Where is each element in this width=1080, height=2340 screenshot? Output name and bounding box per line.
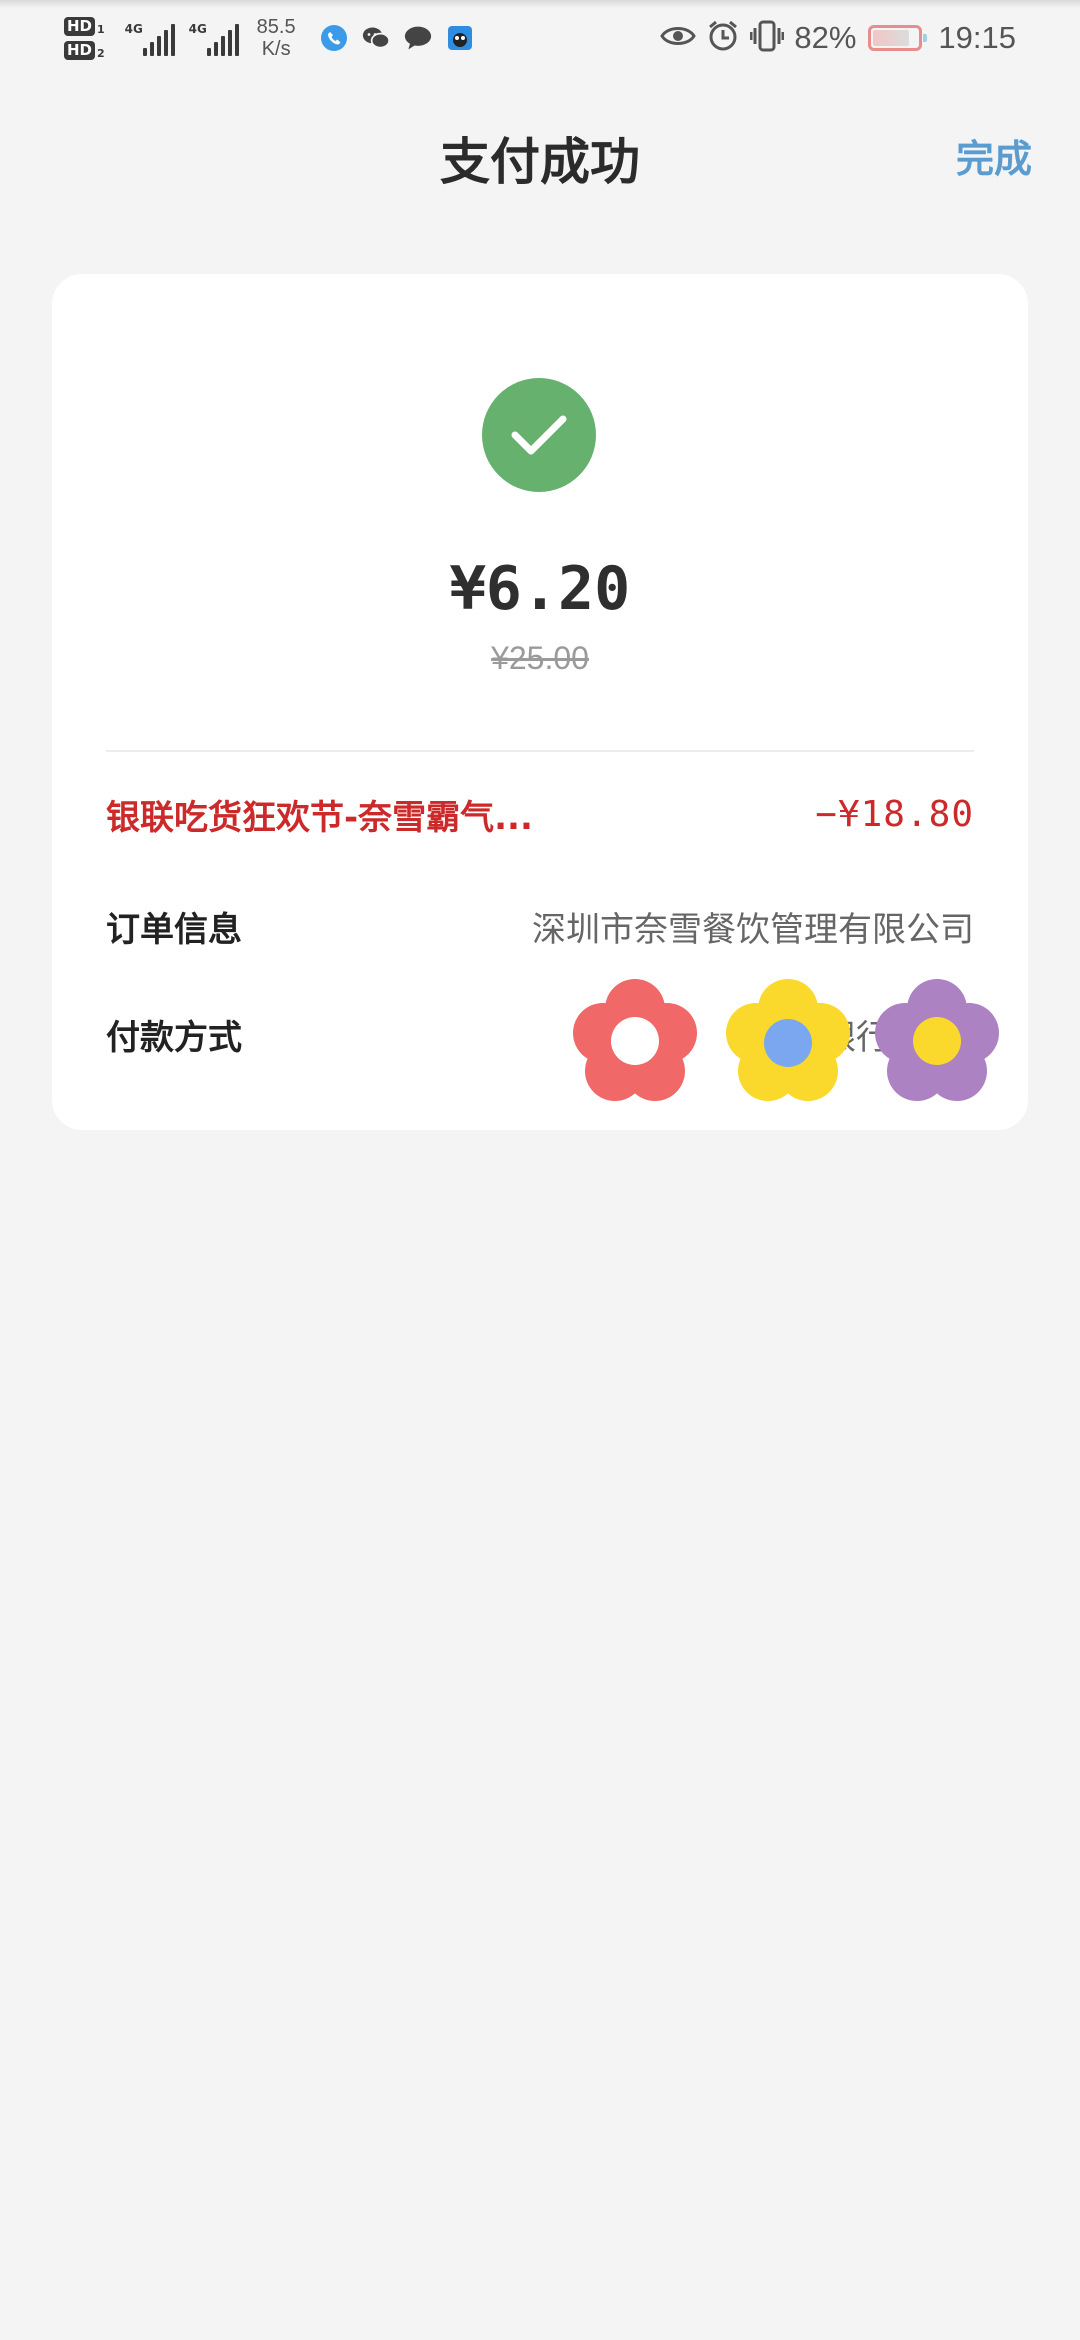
discount-amount: −¥18.80 — [815, 793, 974, 835]
divider — [106, 750, 974, 752]
status-bar-left: HD 1 HD 2 4G 4G 85.5 K/s — [64, 8, 474, 68]
hd2-label: HD — [64, 40, 96, 60]
status-bar: HD 1 HD 2 4G 4G 85.5 K/s 82% 19:15 — [0, 0, 1080, 76]
clock-time: 19:15 — [938, 20, 1016, 55]
message-icon — [404, 24, 432, 52]
original-amount: ¥25.00 — [491, 640, 589, 676]
alarm-icon — [706, 19, 740, 57]
red-flower-icon[interactable] — [567, 975, 703, 1111]
hd1-badge: HD 1 — [64, 16, 105, 36]
network-speed-value: 85.5 — [256, 16, 296, 38]
yellow-flower-icon[interactable] — [720, 975, 856, 1111]
sim2-network-tag: 4G — [188, 22, 207, 36]
discount-row: 银联吃货狂欢节-奈雪霸气... −¥18.80 — [106, 784, 974, 844]
hd2-badge: HD 2 — [64, 40, 105, 60]
header: 支付成功 完成 — [0, 100, 1080, 210]
battery-fill — [873, 30, 909, 46]
order-info-value: 深圳市奈雪餐饮管理有限公司 — [532, 909, 974, 950]
network-speed-unit: K/s — [261, 38, 291, 60]
network-speed: 85.5 K/s — [257, 16, 296, 60]
battery-percent: 82% — [794, 20, 857, 55]
order-info-label: 订单信息 — [106, 909, 242, 950]
payment-method-label: 付款方式 — [106, 1017, 242, 1058]
sim1-network-tag: 4G — [124, 22, 143, 36]
battery-icon — [868, 25, 928, 51]
app-icon — [446, 24, 474, 52]
hd2-sub: 2 — [97, 46, 105, 60]
check-circle-icon — [482, 378, 596, 492]
order-info-row: 订单信息 深圳市奈雪餐饮管理有限公司 — [106, 896, 974, 956]
wechat-icon — [362, 24, 390, 52]
hd1-label: HD — [64, 16, 96, 36]
hd1-sub: 1 — [97, 22, 105, 36]
done-button[interactable]: 完成 — [956, 128, 1032, 183]
hd-indicators: HD 1 HD 2 — [64, 16, 105, 60]
paid-amount: ¥6.20 — [449, 554, 631, 624]
phone-icon — [320, 24, 348, 52]
discount-name: 银联吃货狂欢节-奈雪霸气... — [106, 797, 533, 838]
signal-icon-sim2: 4G — [189, 20, 239, 56]
purple-flower-icon[interactable] — [869, 975, 1005, 1111]
page-title: 支付成功 — [440, 133, 640, 191]
eye-icon — [660, 24, 697, 52]
signal-icon-sim1: 4G — [125, 20, 175, 56]
vibrate-icon — [749, 19, 785, 57]
status-bar-right: 82% 19:15 — [660, 10, 1016, 66]
